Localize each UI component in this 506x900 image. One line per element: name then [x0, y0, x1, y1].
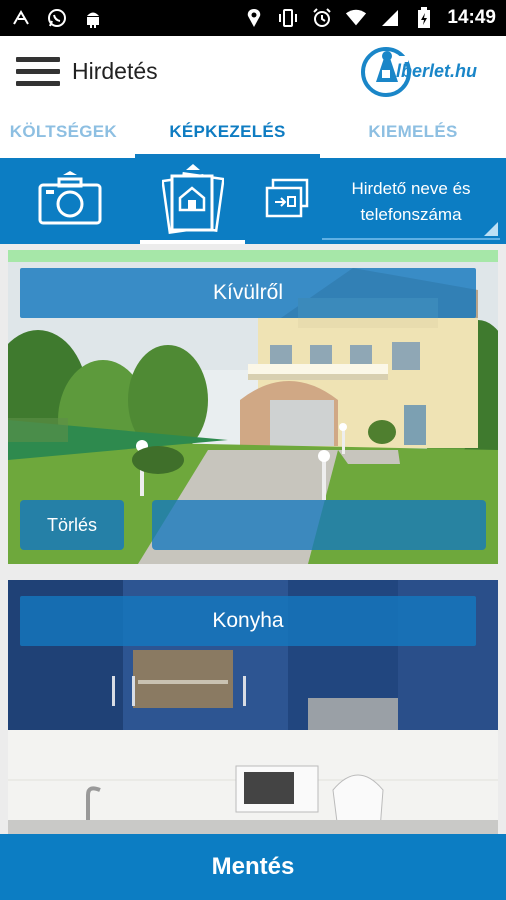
brand-logo: lberlet.hu: [360, 42, 488, 102]
android-icon: [82, 7, 104, 29]
ksweb-icon: [10, 7, 32, 29]
owner-select-line1: Hirdető neve és: [351, 179, 471, 198]
page-title: Hirdetés: [72, 57, 158, 84]
wifi-icon: [345, 7, 367, 29]
tab-highlight[interactable]: KIEMELÉS: [320, 106, 506, 158]
photo-card[interactable]: Kívülről Törlés: [8, 250, 498, 564]
vibrate-icon: [277, 7, 299, 29]
photo-action-button[interactable]: [152, 500, 486, 550]
app-bar: Hirdetés lberlet.hu: [0, 36, 506, 106]
gallery-icon: [160, 162, 225, 241]
photo-card[interactable]: Konyha: [8, 580, 498, 834]
alarm-icon: [311, 7, 333, 29]
owner-select-line2: telefonszáma: [360, 205, 462, 224]
dropdown-triangle-icon: [484, 222, 498, 236]
tab-costs[interactable]: KÖLTSÉGEK: [0, 106, 135, 158]
owner-contact-select[interactable]: Hirdető neve és telefonszáma: [322, 168, 500, 240]
slides-icon: [265, 178, 311, 225]
delete-button[interactable]: Törlés: [20, 500, 124, 550]
camera-button[interactable]: [22, 158, 118, 244]
status-bar: 14:49: [0, 0, 506, 36]
photo-caption-kitchen[interactable]: Konyha: [20, 596, 476, 646]
image-toolbar: Hirdető neve és telefonszáma: [0, 158, 506, 244]
location-icon: [243, 7, 265, 29]
save-button[interactable]: Mentés: [0, 834, 506, 900]
menu-icon[interactable]: [16, 51, 60, 91]
slideshow-button[interactable]: [258, 158, 318, 244]
logo-text: lberlet.hu: [396, 61, 478, 81]
gallery-button[interactable]: [140, 158, 245, 244]
tab-bar: KÖLTSÉGEK KÉPKEZELÉS KIEMELÉS: [0, 106, 506, 158]
camera-icon: [37, 170, 103, 232]
photo-list[interactable]: Kívülről Törlés Konyha: [0, 244, 506, 834]
battery-icon: [413, 7, 435, 29]
upload-progress-bar: [8, 250, 498, 262]
whatsapp-icon: [46, 7, 68, 29]
status-time: 14:49: [447, 7, 496, 28]
photo-caption-exterior[interactable]: Kívülről: [20, 268, 476, 318]
signal-icon: [379, 7, 401, 29]
tab-image-management[interactable]: KÉPKEZELÉS: [135, 106, 320, 158]
